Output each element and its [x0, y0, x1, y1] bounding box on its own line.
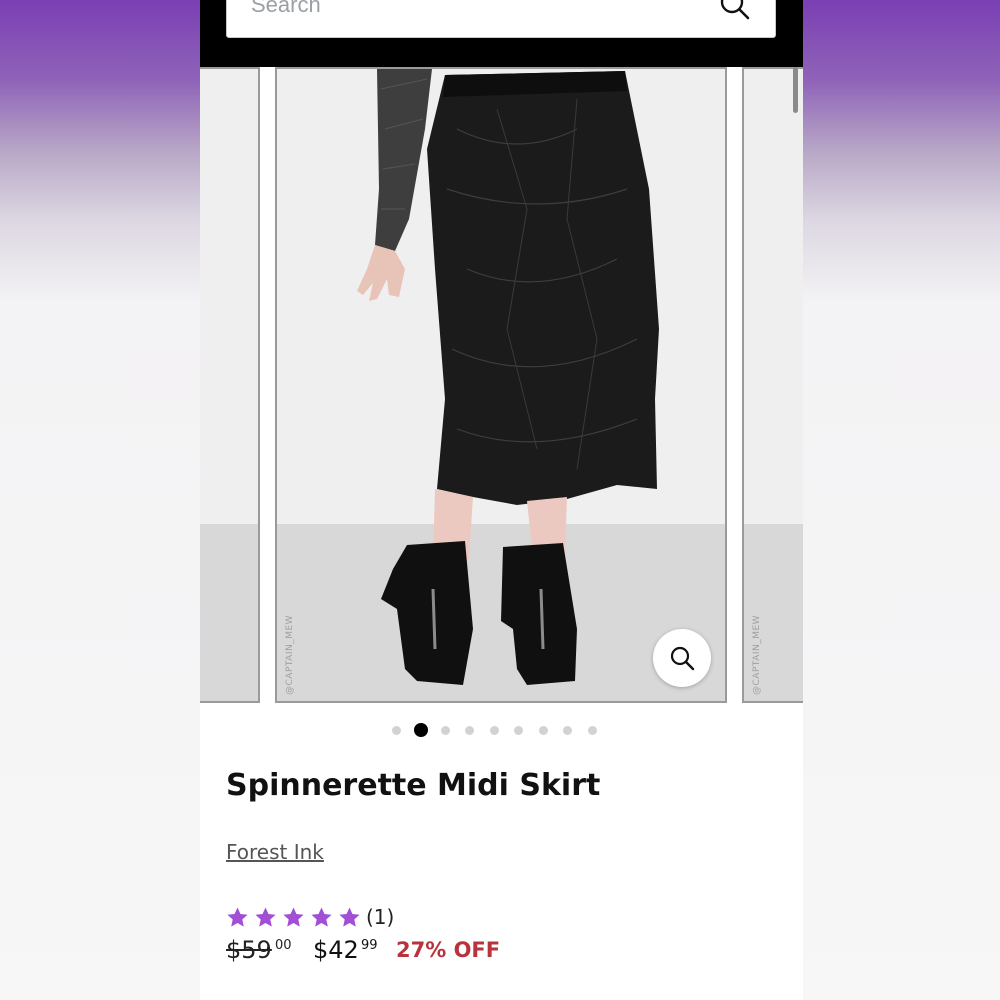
search-icon[interactable]: [719, 0, 751, 21]
photo-watermark: @CAPTAIN_MEW: [285, 614, 295, 695]
slide-wall: [744, 69, 803, 524]
scrollbar-thumb[interactable]: [793, 67, 798, 113]
product-photo: [357, 69, 659, 685]
carousel-dot[interactable]: [514, 726, 523, 735]
star-icon: [283, 906, 304, 927]
search-box[interactable]: [226, 0, 776, 38]
carousel-dot[interactable]: [413, 723, 428, 737]
star-icon: [311, 906, 332, 927]
search-input[interactable]: [251, 0, 691, 15]
sale-price: $42: [313, 936, 359, 964]
rating[interactable]: (1): [226, 903, 394, 931]
zoom-icon: [670, 646, 695, 671]
original-price-cents: 00: [275, 938, 292, 953]
product-title: Spinnerette Midi Skirt: [226, 768, 601, 803]
slide-wall: [200, 69, 258, 524]
brand-link[interactable]: Forest Ink: [226, 840, 324, 864]
carousel-pagination: [200, 722, 803, 740]
carousel-dot[interactable]: [563, 726, 572, 735]
carousel-dot[interactable]: [587, 726, 597, 735]
photo-watermark: @CAPTAIN_MEW: [752, 614, 762, 695]
original-price: $59: [226, 936, 272, 964]
search-header: [200, 0, 803, 67]
carousel-dot[interactable]: [465, 726, 474, 735]
product-page: @CAPTAIN_MEW @CAPTAIN_MEW Spinnerette Mi…: [200, 0, 803, 1000]
discount-badge: 27% OFF: [396, 938, 501, 962]
star-icon: [227, 906, 248, 927]
carousel-dot[interactable]: [440, 726, 450, 735]
image-carousel[interactable]: @CAPTAIN_MEW @CAPTAIN_MEW: [200, 67, 803, 703]
zoom-button[interactable]: [653, 629, 711, 687]
star-icon: [255, 906, 276, 927]
carousel-dot[interactable]: [489, 726, 499, 735]
star-icon: [339, 906, 360, 927]
carousel-dot[interactable]: [391, 726, 401, 735]
next-slide[interactable]: @CAPTAIN_MEW: [742, 67, 803, 703]
carousel-dot[interactable]: [538, 726, 548, 735]
review-count[interactable]: (1): [366, 905, 394, 929]
slide-floor: [200, 524, 258, 701]
previous-slide[interactable]: [200, 67, 260, 703]
current-slide[interactable]: @CAPTAIN_MEW: [275, 67, 727, 703]
sale-price-cents: 99: [361, 938, 378, 953]
